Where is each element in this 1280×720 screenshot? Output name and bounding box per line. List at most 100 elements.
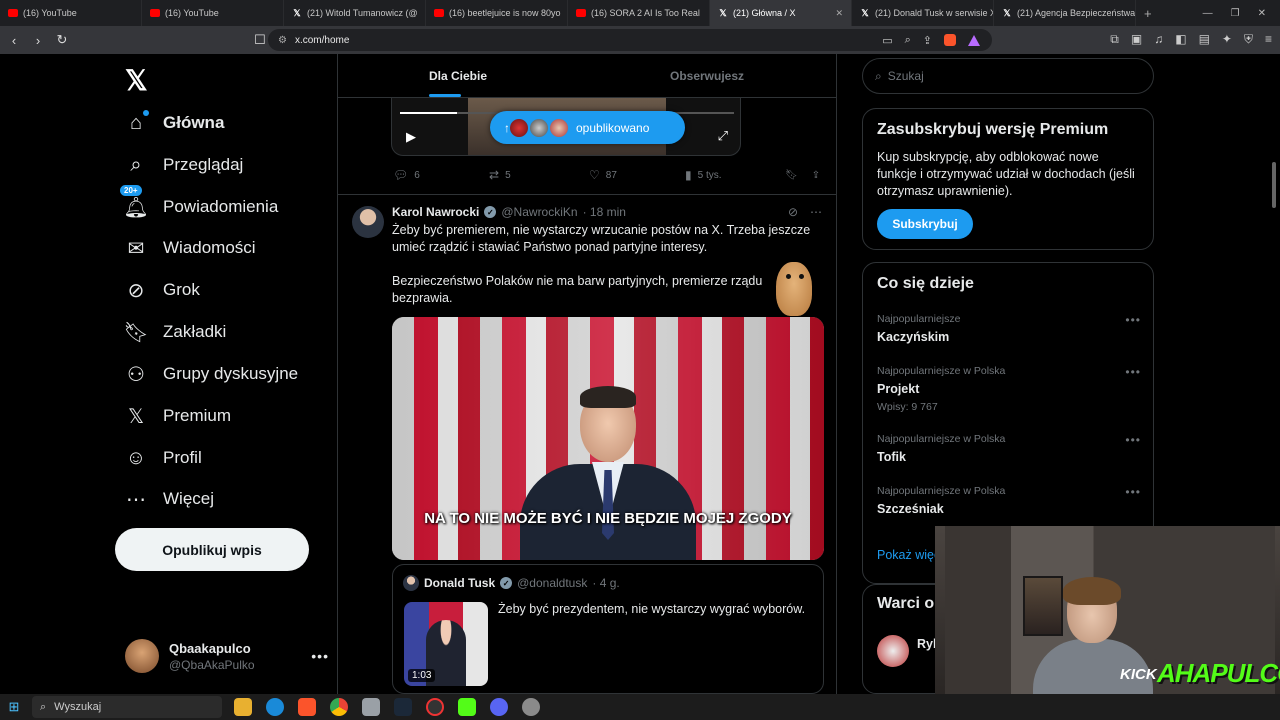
avatar[interactable] [352,206,384,238]
cast-icon[interactable]: ▭ [882,34,892,47]
quoted-tweet[interactable]: Donald Tusk ✓ @donaldtusk · 4 g. 1:03 Że… [392,564,824,694]
rewards-icon[interactable] [968,34,980,46]
browser-tab[interactable]: 𝕏 (21) Agencja Bezpieczeństwa N [994,0,1136,26]
communities-icon: ⚇ [127,363,145,386]
close-window-icon[interactable]: ✕ [1258,8,1266,19]
youtube-icon [576,9,586,17]
new-tab-button[interactable]: + [1136,6,1160,21]
trend-item[interactable]: Najpopularniejsze Kaczyńskim ••• [877,313,1141,344]
sidebar-item-explore[interactable]: ⌕ Przeglądaj [125,145,243,185]
search-icon: ⌕ [130,153,142,176]
os-taskbar: ⊞ ⌕ Wyszukaj [0,694,1280,720]
windows-start-icon[interactable]: ⊞ [0,699,28,715]
bookmark-page-icon[interactable]: ☐ [250,32,270,48]
more-icon[interactable]: ••• [1125,433,1141,447]
search-input[interactable]: ⌕ Szukaj [862,58,1154,94]
share-icon[interactable]: ⇪ [812,170,820,181]
trend-item[interactable]: Najpopularniejsze w Polska Projekt Wpisy… [877,365,1141,413]
author-handle[interactable]: @NawrockiKn [501,205,577,219]
subscribe-button[interactable]: Subskrybuj [877,209,973,239]
browser-tab[interactable]: 𝕏 (21) Donald Tusk w serwisie X [852,0,994,26]
fullscreen-icon[interactable]: ⤢ [718,128,728,144]
avatar [528,116,550,139]
app-icon[interactable] [362,698,380,716]
extensions-icon[interactable]: ⧉ [1110,32,1119,47]
tab-following[interactable]: Obserwujesz [670,54,744,98]
sidebar-item-notifications[interactable]: 🔔︎ 20+ Powiadomienia [119,184,278,227]
reload-icon[interactable]: ↻ [52,32,72,48]
sidebar-item-profile[interactable]: ☺ Profil [125,438,202,478]
account-switcher[interactable]: Qbaakapulco @QbaAkaPulko ••• [125,638,329,674]
browser-tab[interactable]: (16) SORA 2 AI Is Too Real [568,0,710,26]
trend-item[interactable]: Najpopularniejsze w Polska Tofik ••• [877,433,1141,464]
forward-icon[interactable]: › [28,33,48,48]
browser-tab[interactable]: (16) beetlejuice is now 80yo [426,0,568,26]
new-posts-pill[interactable]: ↑ opublikowano [490,111,685,144]
maximize-icon[interactable]: ❐ [1231,8,1240,19]
sidebar-item-messages[interactable]: ✉ Wiadomości [125,228,256,268]
browser-tab[interactable]: (16) YouTube [142,0,284,26]
browser-tab-active[interactable]: 𝕏 (21) Główna / X ✕ [710,0,852,26]
sidebar-item-premium[interactable]: 𝕏 Premium [125,396,231,436]
chrome-icon[interactable] [330,698,348,716]
trend-item[interactable]: Najpopularniejsze w Polska Szcześniak ••… [877,485,1141,516]
close-tab-icon[interactable]: ✕ [835,8,843,19]
more-icon[interactable]: ••• [1125,313,1141,327]
account-name: Qbaakapulco [169,640,251,656]
sidebar-item-grok[interactable]: ⊘ Grok [125,270,200,310]
brave-shields-icon[interactable] [944,34,956,46]
x-logo-icon[interactable]: 𝕏 [125,64,148,97]
site-info-icon[interactable]: ⚙ [278,35,287,46]
menu-icon[interactable]: ≡ [1265,32,1272,47]
more-icon[interactable]: ••• [1125,365,1141,379]
zoom-icon[interactable]: ⌕ [905,34,911,47]
back-icon[interactable]: ‹ [4,33,24,48]
sidebar-item-bookmarks[interactable]: 🔖︎ Zakładki [123,312,226,352]
sidebar-icon[interactable]: ◧ [1175,32,1186,47]
vpn-icon[interactable]: ⛨ [1244,32,1253,47]
repost-button[interactable]: ⇄ 5 [489,168,589,182]
mail-icon: ✉ [127,237,145,260]
edge-icon[interactable] [266,698,284,716]
browser-tab-bar: (16) YouTube (16) YouTube 𝕏 (21) Witold T… [0,0,1280,26]
like-button[interactable]: ♡ 87 [589,168,685,182]
speaker-figure [520,386,700,560]
post-time[interactable]: · 18 min [583,205,626,219]
obs-icon[interactable] [426,698,444,716]
grok-icon[interactable]: ⊘ [788,205,798,219]
tab-for-you[interactable]: Dla Ciebie [429,54,487,98]
kick-app-icon[interactable] [458,698,476,716]
page-scrollbar[interactable] [1270,54,1278,694]
play-icon[interactable]: ▶ [406,129,416,145]
more-icon[interactable]: ⋯ [810,205,822,219]
steam-icon[interactable] [394,698,412,716]
file-explorer-icon[interactable] [234,698,252,716]
share-icon[interactable]: ⇪ [923,34,932,47]
more-icon[interactable]: ••• [311,648,329,664]
leo-icon[interactable]: ✦ [1222,32,1232,47]
discord-icon[interactable] [490,698,508,716]
views-button[interactable]: ▮ 5 tys. [685,168,785,182]
tweet-video[interactable]: NA TO NIE MOŻE BYĆ I NIE BĘDZIE MOJEJ ZG… [392,317,824,560]
taskbar-search[interactable]: ⌕ Wyszukaj [32,696,222,718]
verified-icon: ✓ [484,206,497,218]
author-name[interactable]: Karol Nawrocki [392,205,479,219]
sidebar-item-home[interactable]: ⌂ Główna [125,103,224,143]
minimize-icon[interactable]: — [1203,8,1213,19]
media-icon[interactable]: ♫ [1154,32,1163,47]
avatar[interactable] [877,635,909,667]
sidebar-item-more[interactable]: ⋯ Więcej [125,479,214,519]
wallet-icon[interactable]: ▤ [1199,32,1210,47]
bookmark-icon[interactable]: 🔖︎ [785,170,798,181]
more-icon[interactable]: ••• [1125,485,1141,499]
browser-tab[interactable]: 𝕏 (21) Witold Tumanowicz (@ [284,0,426,26]
post-button[interactable]: Opublikuj wpis [115,528,309,571]
quote-video-thumbnail[interactable]: 1:03 [404,602,488,686]
tab-search-icon[interactable]: ▣ [1131,32,1142,47]
brave-icon[interactable] [298,698,316,716]
reply-button[interactable]: 💬︎ 6 [393,168,489,182]
browser-tab[interactable]: (16) YouTube [0,0,142,26]
address-bar[interactable]: ⚙ x.com/home ▭ ⌕ ⇪ [268,29,992,51]
app-icon[interactable] [522,698,540,716]
sidebar-item-communities[interactable]: ⚇ Grupy dyskusyjne [125,354,298,394]
